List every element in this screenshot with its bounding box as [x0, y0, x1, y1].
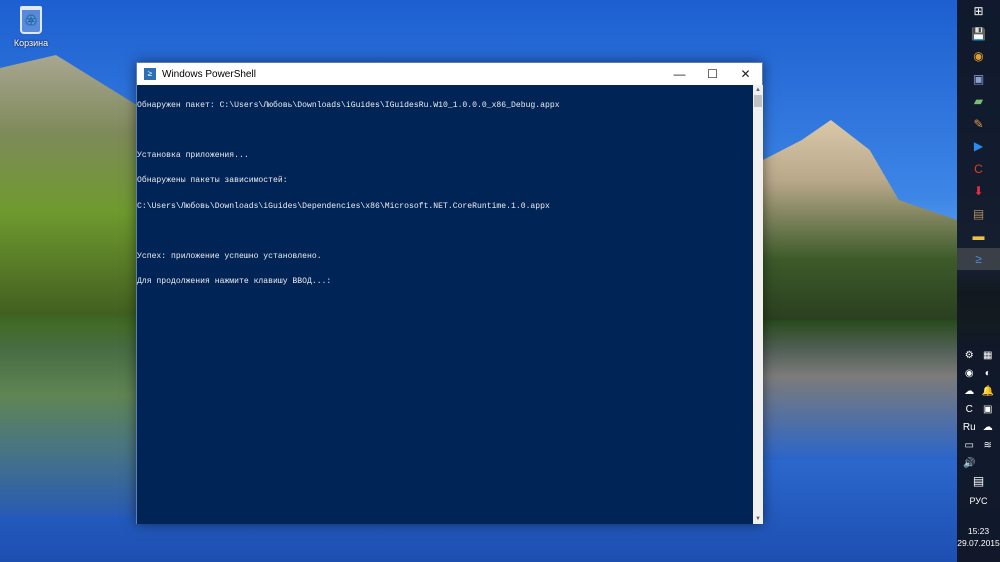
- tray-icon[interactable]: ☁: [979, 420, 998, 436]
- scroll-up-icon[interactable]: ▲: [753, 85, 763, 95]
- console-line: Обнаружены пакеты зависимостей:: [137, 176, 288, 186]
- wallpaper-reflection-left: [0, 315, 140, 515]
- taskbar: ⊞ 💾 ◉ ▣ ▰ ✎ ▶ C ⬇ ▤ ▬ ≥ ⚙ ▦ ◉ ◐ ☁ 🔔 C ▣ Ru ☁ ▭ ≋ 🔊 ▤ РУС 15:23 …: [957, 0, 1000, 562]
- title-bar[interactable]: ≥ Windows PowerShell — ☐ ✕: [137, 63, 762, 85]
- taskbar-ccleaner-icon[interactable]: C: [957, 158, 1000, 181]
- tray-icon[interactable]: ⚙: [960, 348, 979, 364]
- action-center-icon[interactable]: ▤: [957, 474, 1000, 488]
- wallpaper-mountain-left: [0, 55, 140, 315]
- taskbar-save-app-icon[interactable]: 💾: [957, 23, 1000, 46]
- powershell-icon: ≥: [144, 68, 156, 80]
- taskbar-explorer-icon[interactable]: ▬: [957, 225, 1000, 248]
- tray-icon[interactable]: Ru: [960, 420, 979, 436]
- console-output[interactable]: Обнаружен пакет: C:\Users\Любовь\Downloa…: [137, 85, 753, 524]
- console-line: Обнаружен пакет: C:\Users\Любовь\Downloa…: [137, 100, 560, 110]
- taskbar-notes-icon[interactable]: ▰: [957, 90, 1000, 113]
- taskbar-monitor-icon[interactable]: ▤: [957, 203, 1000, 226]
- taskbar-player-icon[interactable]: ▶: [957, 135, 1000, 158]
- console-line: ​: [137, 228, 753, 236]
- vertical-scrollbar[interactable]: ▲ ▼: [753, 85, 763, 524]
- tray-icon[interactable]: C: [960, 402, 979, 418]
- taskbar-chrome-icon[interactable]: ◉: [957, 45, 1000, 68]
- maximize-button[interactable]: ☐: [696, 63, 729, 85]
- recycle-bin-icon: ♻: [20, 6, 42, 34]
- close-button[interactable]: ✕: [729, 63, 762, 85]
- clock[interactable]: 15:23 29.07.2015: [957, 525, 1000, 549]
- language-indicator[interactable]: РУС: [957, 496, 1000, 506]
- taskbar-editor-icon[interactable]: ▣: [957, 68, 1000, 91]
- tray-icon[interactable]: ▣: [979, 402, 998, 418]
- minimize-button[interactable]: —: [663, 63, 696, 85]
- system-tray: ⚙ ▦ ◉ ◐ ☁ 🔔 C ▣ Ru ☁ ▭ ≋ 🔊: [957, 348, 1000, 472]
- window-title: Windows PowerShell: [162, 68, 256, 80]
- tray-icon[interactable]: ≋: [979, 438, 998, 454]
- taskbar-tool-icon[interactable]: ✎: [957, 113, 1000, 136]
- desktop-icon-recycle-bin[interactable]: ♻ Корзина: [8, 4, 54, 48]
- console-line: Установка приложения...: [137, 151, 249, 161]
- taskbar-powershell-icon[interactable]: ≥: [957, 247, 1000, 270]
- clock-date: 29.07.2015: [957, 538, 1000, 548]
- tray-icon[interactable]: ☁: [960, 384, 979, 400]
- wallpaper-mountain-right: [763, 120, 957, 320]
- tray-icon[interactable]: [979, 456, 998, 472]
- powershell-window[interactable]: ≥ Windows PowerShell — ☐ ✕ Обнаружен пак…: [136, 62, 763, 524]
- desktop-icon-label: Корзина: [13, 38, 49, 48]
- console-line: C:\Users\Любовь\Downloads\iGuides\Depend…: [137, 201, 550, 211]
- tray-icon[interactable]: 🔔: [979, 384, 998, 400]
- tray-icon[interactable]: ▦: [979, 348, 998, 364]
- scroll-thumb[interactable]: [754, 95, 762, 107]
- taskbar-start-icon[interactable]: ⊞: [957, 0, 1000, 23]
- tray-icon[interactable]: ◐: [979, 366, 998, 382]
- console-line: ​: [137, 127, 753, 135]
- taskbar-downloader-icon[interactable]: ⬇: [957, 180, 1000, 203]
- tray-icon[interactable]: ◉: [960, 366, 979, 382]
- wallpaper-reflection-right: [763, 320, 957, 460]
- tray-icon[interactable]: 🔊: [960, 456, 979, 472]
- tray-icon[interactable]: ▭: [960, 438, 979, 454]
- console-line: Успех: приложение успешно установлено.: [137, 252, 322, 262]
- clock-time: 15:23: [967, 526, 990, 536]
- scroll-down-icon[interactable]: ▼: [753, 514, 763, 524]
- console-line: Для продолжения нажмите клавишу ВВОД...:: [137, 277, 332, 287]
